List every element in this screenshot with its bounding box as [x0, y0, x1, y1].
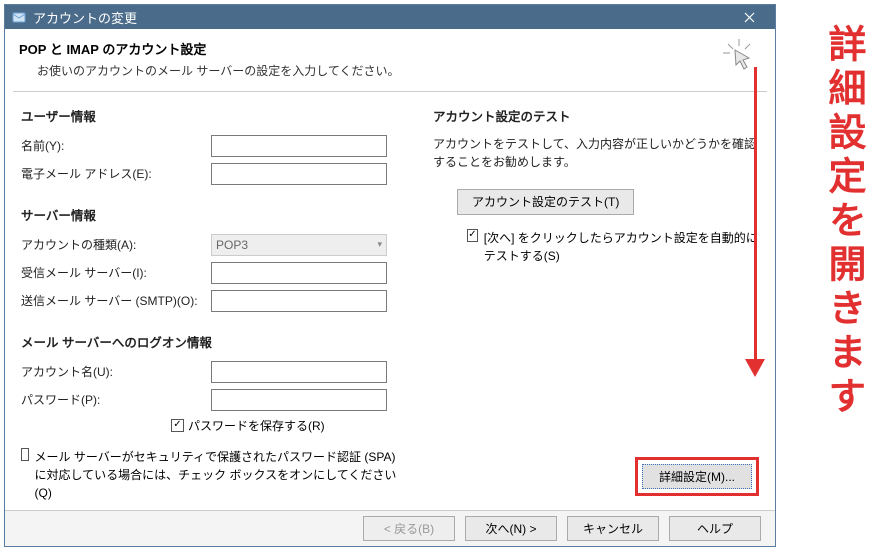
account-name-row: アカウント名(U):: [21, 361, 423, 383]
header: POP と IMAP のアカウント設定 お使いのアカウントのメール サーバーの設…: [5, 29, 775, 87]
spa-row: メール サーバーがセキュリティで保護されたパスワード認証 (SPA) に対応して…: [21, 448, 423, 502]
app-icon: [11, 9, 27, 25]
header-text: POP と IMAP のアカウント設定 お使いのアカウントのメール サーバーの設…: [19, 39, 713, 79]
spa-checkbox[interactable]: [21, 448, 29, 461]
outgoing-row: 送信メール サーバー (SMTP)(O):: [21, 290, 423, 312]
content: ユーザー情報 名前(Y): 電子メール アドレス(E): サーバー情報 アカウン…: [5, 92, 775, 510]
save-password-label: パスワードを保存する(R): [188, 417, 325, 434]
name-row: 名前(Y):: [21, 135, 423, 157]
window-title: アカウントの変更: [33, 8, 729, 27]
account-type-value: POP3: [216, 238, 248, 252]
account-type-select[interactable]: POP3 ▾: [211, 234, 387, 256]
left-column: ユーザー情報 名前(Y): 電子メール アドレス(E): サーバー情報 アカウン…: [21, 106, 423, 502]
email-label: 電子メール アドレス(E):: [21, 165, 211, 182]
incoming-server-input[interactable]: [211, 262, 387, 284]
name-label: 名前(Y):: [21, 137, 211, 154]
advanced-highlight: 詳細設定(M)...: [635, 457, 759, 496]
chevron-down-icon: ▾: [377, 239, 382, 250]
test-account-button[interactable]: アカウント設定のテスト(T): [457, 189, 634, 215]
header-subtitle: お使いのアカウントのメール サーバーの設定を入力してください。: [19, 62, 713, 79]
header-title: POP と IMAP のアカウント設定: [19, 39, 713, 58]
save-password-checkbox[interactable]: ✓: [171, 419, 184, 432]
email-row: 電子メール アドレス(E):: [21, 163, 423, 185]
advanced-settings-button[interactable]: 詳細設定(M)...: [642, 464, 752, 489]
outgoing-server-input[interactable]: [211, 290, 387, 312]
test-settings-text: アカウントをテストして、入力内容が正しいかどうかを確認することをお勧めします。: [433, 135, 763, 171]
logon-info-heading: メール サーバーへのログオン情報: [21, 332, 423, 351]
arrow-head-icon: [745, 359, 765, 377]
account-change-window: アカウントの変更 POP と IMAP のアカウント設定 お使いのアカウントのメ…: [4, 4, 776, 547]
test-settings-heading: アカウント設定のテスト: [433, 106, 763, 125]
advanced-settings-area: 詳細設定(M)...: [635, 457, 759, 496]
auto-test-checkbox[interactable]: ✓: [467, 229, 478, 242]
server-info-heading: サーバー情報: [21, 205, 423, 224]
password-label: パスワード(P):: [21, 391, 211, 408]
account-name-input[interactable]: [211, 361, 387, 383]
arrow-line: [754, 67, 757, 365]
annotation-text: 詳細設定を開きます: [824, 24, 862, 420]
titlebar: アカウントの変更: [5, 5, 775, 29]
account-type-label: アカウントの種類(A):: [21, 236, 211, 253]
back-button[interactable]: < 戻る(B): [363, 516, 455, 541]
next-button[interactable]: 次へ(N) >: [465, 516, 557, 541]
help-button[interactable]: ヘルプ: [669, 516, 761, 541]
password-row: パスワード(P):: [21, 389, 423, 411]
auto-test-row: ✓ [次へ] をクリックしたらアカウント設定を自動的にテストする(S): [433, 229, 763, 265]
save-password-row: ✓ パスワードを保存する(R): [21, 417, 423, 434]
spa-label: メール サーバーがセキュリティで保護されたパスワード認証 (SPA) に対応して…: [35, 448, 407, 502]
close-button[interactable]: [729, 5, 769, 29]
incoming-label: 受信メール サーバー(I):: [21, 264, 211, 281]
email-input[interactable]: [211, 163, 387, 185]
auto-test-label: [次へ] をクリックしたらアカウント設定を自動的にテストする(S): [484, 229, 763, 265]
bottom-bar: < 戻る(B) 次へ(N) > キャンセル ヘルプ: [5, 510, 775, 546]
close-icon: [744, 12, 755, 23]
cursor-click-icon: [723, 39, 755, 71]
cancel-button[interactable]: キャンセル: [567, 516, 659, 541]
account-name-label: アカウント名(U):: [21, 363, 211, 380]
outgoing-label: 送信メール サーバー (SMTP)(O):: [21, 292, 211, 309]
account-type-row: アカウントの種類(A): POP3 ▾: [21, 234, 423, 256]
name-input[interactable]: [211, 135, 387, 157]
password-input[interactable]: [211, 389, 387, 411]
annotation-arrow: [754, 67, 758, 377]
incoming-row: 受信メール サーバー(I):: [21, 262, 423, 284]
right-column: アカウント設定のテスト アカウントをテストして、入力内容が正しいかどうかを確認す…: [433, 106, 763, 502]
user-info-heading: ユーザー情報: [21, 106, 423, 125]
